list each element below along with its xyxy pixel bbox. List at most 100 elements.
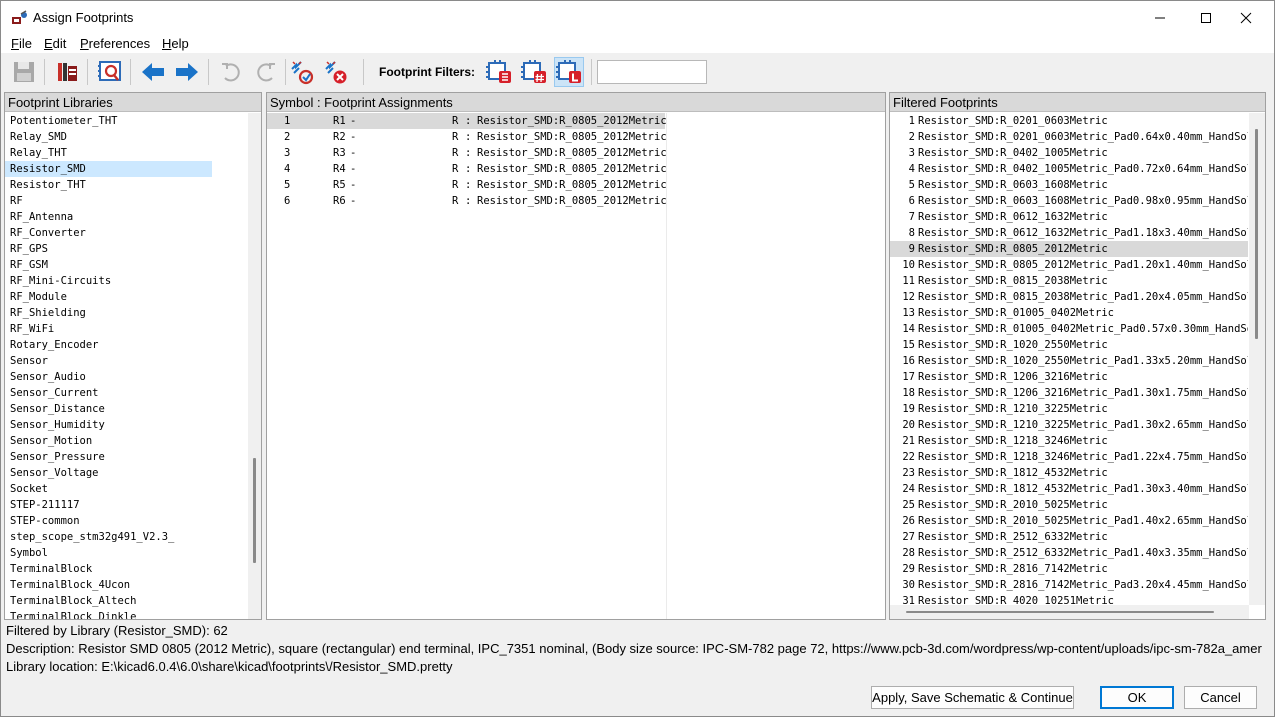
undo-button[interactable] [216, 57, 246, 87]
filter-by-keywords-button[interactable] [484, 57, 514, 87]
filtered-footprint-row[interactable]: 24 Resistor_SMD:R_1812_4532Metric_Pad1.30… [890, 481, 1248, 497]
next-symbol-button[interactable] [172, 57, 202, 87]
save-button[interactable] [9, 57, 39, 87]
library-item[interactable]: Resistor_SMD [5, 161, 212, 177]
close-button[interactable] [1223, 1, 1269, 34]
filtered-footprint-row[interactable]: 13 Resistor_SMD:R_01005_0402Metric [890, 305, 1248, 321]
filtered-footprint-row[interactable]: 5 Resistor_SMD:R_0603_1608Metric [890, 177, 1248, 193]
assignment-row[interactable]: 1 R1- R: Resistor_SMD:R_0805_2012Metric [267, 113, 667, 129]
library-item[interactable]: Sensor_Humidity [5, 417, 261, 433]
library-item[interactable]: Resistor_THT [5, 177, 261, 193]
previous-symbol-button[interactable] [138, 57, 168, 87]
filtered-footprint-row[interactable]: 6 Resistor_SMD:R_0603_1608Metric_Pad0.98x… [890, 193, 1248, 209]
view-footprint-button[interactable] [95, 57, 125, 87]
assignment-row[interactable]: 3 R3- R: Resistor_SMD:R_0805_2012Metric [267, 145, 667, 161]
filtered-footprint-row[interactable]: 17 Resistor_SMD:R_1206_3216Metric [890, 369, 1248, 385]
library-item[interactable]: Symbol [5, 545, 261, 561]
library-item[interactable]: RF_GPS [5, 241, 261, 257]
filtered-footprint-row[interactable]: 22 Resistor_SMD:R_1218_3246Metric_Pad1.22… [890, 449, 1248, 465]
cancel-button[interactable]: Cancel [1184, 686, 1257, 709]
filtered-footprint-row[interactable]: 20 Resistor_SMD:R_1210_3225Metric_Pad1.30… [890, 417, 1248, 433]
library-item[interactable]: Relay_SMD [5, 129, 261, 145]
filtered-footprints-hscrollbar[interactable] [890, 605, 1249, 619]
library-item[interactable]: Potentiometer_THT [5, 113, 261, 129]
filtered-footprint-row[interactable]: 16 Resistor_SMD:R_1020_2550Metric_Pad1.33… [890, 353, 1248, 369]
library-item[interactable]: Rotary_Encoder [5, 337, 261, 353]
filtered-footprint-row[interactable]: 21 Resistor_SMD:R_1218_3246Metric [890, 433, 1248, 449]
filtered-footprint-row[interactable]: 8 Resistor_SMD:R_0612_1632Metric_Pad1.18x… [890, 225, 1248, 241]
filtered-footprint-row[interactable]: 14 Resistor_SMD:R_01005_0402Metric_Pad0.5… [890, 321, 1248, 337]
filtered-footprint-row[interactable]: 28 Resistor_SMD:R_2512_6332Metric_Pad1.40… [890, 545, 1248, 561]
library-item[interactable]: TerminalBlock_Dinkle [5, 609, 261, 619]
footprint-filter-search-input[interactable] [597, 60, 707, 84]
libraries-scrollbar[interactable] [248, 113, 261, 619]
library-item[interactable]: RF_WiFi [5, 321, 261, 337]
assignment-row[interactable]: 2 R2- R: Resistor_SMD:R_0805_2012Metric [267, 129, 667, 145]
filtered-footprint-row[interactable]: 29 Resistor_SMD:R_2816_7142Metric [890, 561, 1248, 577]
filtered-footprints-hscroll-thumb[interactable] [906, 611, 1214, 613]
apply-save-continue-button[interactable]: Apply, Save Schematic & Continue [871, 686, 1074, 709]
library-item[interactable]: Sensor_Distance [5, 401, 261, 417]
filtered-footprint-row[interactable]: 18 Resistor_SMD:R_1206_3216Metric_Pad1.30… [890, 385, 1248, 401]
assignment-row[interactable]: 4 R4- R: Resistor_SMD:R_0805_2012Metric [267, 161, 667, 177]
menu-preferences[interactable]: Preferences [80, 36, 150, 51]
filter-by-library-button[interactable] [554, 57, 584, 87]
menu-file[interactable]: File [11, 36, 32, 51]
redo-button[interactable] [251, 57, 281, 87]
library-item[interactable]: Sensor_Motion [5, 433, 261, 449]
filtered-footprint-row[interactable]: 23 Resistor_SMD:R_1812_4532Metric [890, 465, 1248, 481]
filtered-footprint-row[interactable]: 4 Resistor_SMD:R_0402_1005Metric_Pad0.72x… [890, 161, 1248, 177]
filtered-footprint-row[interactable]: 2 Resistor_SMD:R_0201_0603Metric_Pad0.64x… [890, 129, 1248, 145]
assignment-row[interactable]: 6 R6- R: Resistor_SMD:R_0805_2012Metric [267, 193, 667, 209]
filtered-footprints-vscroll-thumb[interactable] [1255, 129, 1258, 339]
library-item[interactable]: TerminalBlock_Altech [5, 593, 261, 609]
filtered-footprint-row[interactable]: 12 Resistor_SMD:R_0815_2038Metric_Pad1.20… [890, 289, 1248, 305]
filtered-footprint-row[interactable]: 1 Resistor_SMD:R_0201_0603Metric [890, 113, 1248, 129]
library-item[interactable]: Sensor_Audio [5, 369, 261, 385]
library-item[interactable]: RF_GSM [5, 257, 261, 273]
library-item[interactable]: Sensor_Pressure [5, 449, 261, 465]
library-item[interactable]: STEP-common [5, 513, 261, 529]
library-item[interactable]: RF_Module [5, 289, 261, 305]
assignments-list[interactable]: 1 R1- R: Resistor_SMD:R_0805_2012Metric 2 R2-… [267, 112, 885, 209]
filtered-footprint-row[interactable]: 15 Resistor_SMD:R_1020_2550Metric [890, 337, 1248, 353]
filtered-footprint-row[interactable]: 26 Resistor_SMD:R_2010_5025Metric_Pad1.40… [890, 513, 1248, 529]
menu-help[interactable]: Help [162, 36, 189, 51]
filtered-footprint-row[interactable]: 19 Resistor_SMD:R_1210_3225Metric [890, 401, 1248, 417]
library-item[interactable]: step_scope_stm32g491_V2.3_ [5, 529, 261, 545]
menu-edit[interactable]: Edit [44, 36, 66, 51]
libraries-scrollbar-thumb[interactable] [253, 458, 256, 563]
library-item[interactable]: Socket [5, 481, 261, 497]
library-item[interactable]: Relay_THT [5, 145, 261, 161]
library-item[interactable]: TerminalBlock [5, 561, 261, 577]
filtered-footprint-row[interactable]: 30 Resistor_SMD:R_2816_7142Metric_Pad3.20… [890, 577, 1248, 593]
filtered-footprint-row[interactable]: 9 Resistor_SMD:R_0805_2012Metric [890, 241, 1248, 257]
delete-all-associations-button[interactable] [321, 57, 351, 87]
filtered-footprints-list[interactable]: 1 Resistor_SMD:R_0201_0603Metric 2 Resistor… [890, 112, 1265, 609]
library-item[interactable]: TerminalBlock_4Ucon [5, 577, 261, 593]
filtered-footprint-row[interactable]: 27 Resistor_SMD:R_2512_6332Metric [890, 529, 1248, 545]
library-browser-button[interactable] [52, 57, 82, 87]
assignment-row[interactable]: 5 R5- R: Resistor_SMD:R_0805_2012Metric [267, 177, 667, 193]
footprint-libraries-list[interactable]: Potentiometer_THT Relay_SMD Relay_THT Resis… [5, 112, 261, 619]
library-item[interactable]: RF_Shielding [5, 305, 261, 321]
library-item[interactable]: RF_Antenna [5, 209, 261, 225]
toolbar-separator [591, 59, 592, 85]
library-item[interactable]: RF [5, 193, 261, 209]
library-item[interactable]: Sensor_Current [5, 385, 261, 401]
library-item[interactable]: STEP-211117 [5, 497, 261, 513]
auto-associate-button[interactable] [287, 57, 317, 87]
library-item[interactable]: RF_Converter [5, 225, 261, 241]
filtered-footprint-row[interactable]: 25 Resistor_SMD:R_2010_5025Metric [890, 497, 1248, 513]
filtered-footprint-row[interactable]: 10 Resistor_SMD:R_0805_2012Metric_Pad1.20… [890, 257, 1248, 273]
ok-button[interactable]: OK [1100, 686, 1174, 709]
filtered-footprint-row[interactable]: 3 Resistor_SMD:R_0402_1005Metric [890, 145, 1248, 161]
filtered-footprints-vscrollbar[interactable] [1249, 113, 1265, 605]
filtered-footprint-row[interactable]: 11 Resistor_SMD:R_0815_2038Metric [890, 273, 1248, 289]
filtered-footprint-row[interactable]: 7 Resistor_SMD:R_0612_1632Metric [890, 209, 1248, 225]
minimize-button[interactable] [1137, 1, 1183, 34]
library-item[interactable]: RF_Mini-Circuits [5, 273, 261, 289]
library-item[interactable]: Sensor_Voltage [5, 465, 261, 481]
filter-by-pin-count-button[interactable] [519, 57, 549, 87]
library-item[interactable]: Sensor [5, 353, 261, 369]
